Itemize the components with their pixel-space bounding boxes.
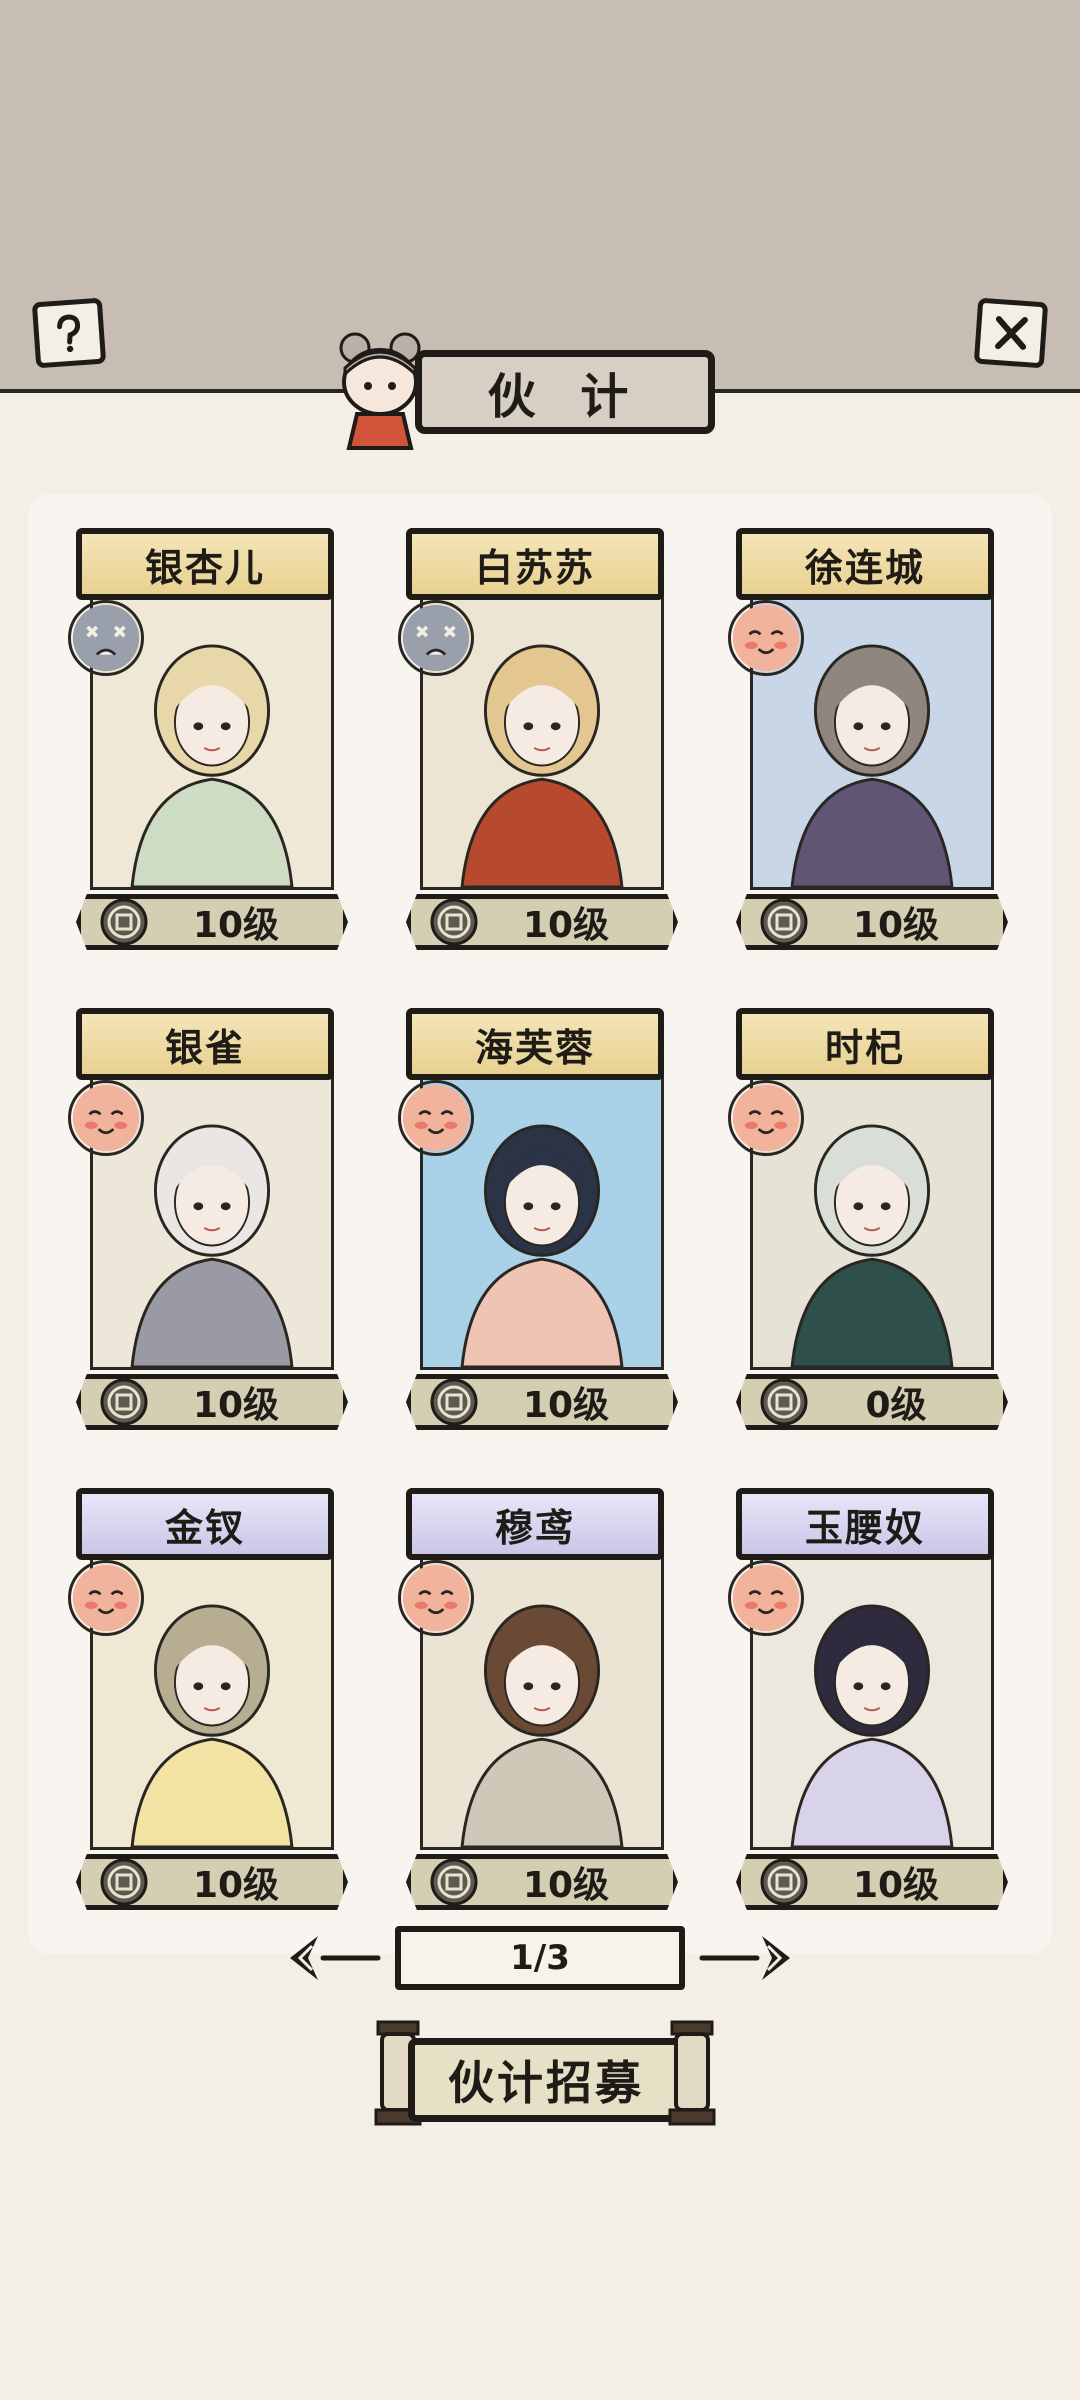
happy-face-icon [72, 1564, 140, 1632]
sad-face-icon [402, 604, 470, 672]
partner-card[interactable]: 金钗 10级 [68, 1488, 348, 1918]
level-coin-icon [100, 1378, 148, 1426]
page-title: 伙 计 [415, 350, 715, 434]
happy-face-icon [732, 604, 800, 672]
partner-card[interactable]: 徐连城 10级 [728, 528, 1008, 958]
partner-name: 穆鸢 [406, 1488, 664, 1560]
prev-page-button[interactable] [278, 1928, 388, 1988]
close-icon [995, 316, 1028, 350]
partner-level: 10级 [852, 1865, 940, 1906]
right-arrow-icon [699, 1936, 790, 1980]
mood-badge [398, 1080, 474, 1156]
partner-card[interactable]: 时杞 0级 [728, 1008, 1008, 1438]
mood-badge [398, 600, 474, 676]
question-icon [57, 314, 81, 353]
partner-card[interactable]: 海芙蓉 10级 [398, 1008, 678, 1438]
level-coin-icon [430, 898, 478, 946]
mascot-icon [339, 332, 421, 450]
partner-name: 银杏儿 [76, 528, 334, 600]
sad-face-icon [72, 604, 140, 672]
mood-badge [728, 1560, 804, 1636]
recruit-button[interactable]: 伙计招募 [372, 2018, 718, 2136]
level-coin-icon [760, 898, 808, 946]
happy-face-icon [732, 1084, 800, 1152]
mood-badge [728, 1080, 804, 1156]
mood-badge [68, 600, 144, 676]
mood-badge [728, 600, 804, 676]
partner-level: 10级 [192, 1385, 280, 1426]
partner-name: 银雀 [76, 1008, 334, 1080]
partner-card[interactable]: 穆鸢 10级 [398, 1488, 678, 1918]
partner-level: 10级 [852, 905, 940, 946]
partner-card[interactable]: 玉腰奴 10级 [728, 1488, 1008, 1918]
level-coin-icon [760, 1858, 808, 1906]
left-arrow-icon [290, 1936, 381, 1980]
partner-level: 0级 [865, 1385, 927, 1426]
title-header: 伙 计 [325, 330, 725, 450]
partner-name: 白苏苏 [406, 528, 664, 600]
partner-card[interactable]: 银杏儿 10级 [68, 528, 348, 958]
partner-name: 海芙蓉 [406, 1008, 664, 1080]
partner-name: 玉腰奴 [736, 1488, 994, 1560]
partner-name: 徐连城 [736, 528, 994, 600]
lantern-icon [668, 2020, 716, 2126]
mood-badge [68, 1080, 144, 1156]
happy-face-icon [72, 1084, 140, 1152]
help-button[interactable] [31, 297, 107, 369]
happy-face-icon [402, 1564, 470, 1632]
happy-face-icon [732, 1564, 800, 1632]
close-button[interactable] [973, 297, 1049, 369]
partner-level: 10级 [522, 1865, 610, 1906]
partner-card[interactable]: 银雀 10级 [68, 1008, 348, 1438]
partner-level: 10级 [522, 905, 610, 946]
level-coin-icon [100, 1858, 148, 1906]
mood-badge [68, 1560, 144, 1636]
happy-face-icon [402, 1084, 470, 1152]
partner-name: 时杞 [736, 1008, 994, 1080]
partner-card[interactable]: 白苏苏 10级 [398, 528, 678, 958]
mood-badge [398, 1560, 474, 1636]
partner-level: 10级 [192, 905, 280, 946]
level-coin-icon [760, 1378, 808, 1426]
level-coin-icon [100, 898, 148, 946]
level-coin-icon [430, 1858, 478, 1906]
next-page-button[interactable] [692, 1928, 802, 1988]
partner-name: 金钗 [76, 1488, 334, 1560]
page-indicator: 1/3 [395, 1926, 685, 1990]
recruit-label: 伙计招募 [408, 2038, 684, 2122]
level-coin-icon [430, 1378, 478, 1426]
partner-level: 10级 [522, 1385, 610, 1426]
partner-level: 10级 [192, 1865, 280, 1906]
